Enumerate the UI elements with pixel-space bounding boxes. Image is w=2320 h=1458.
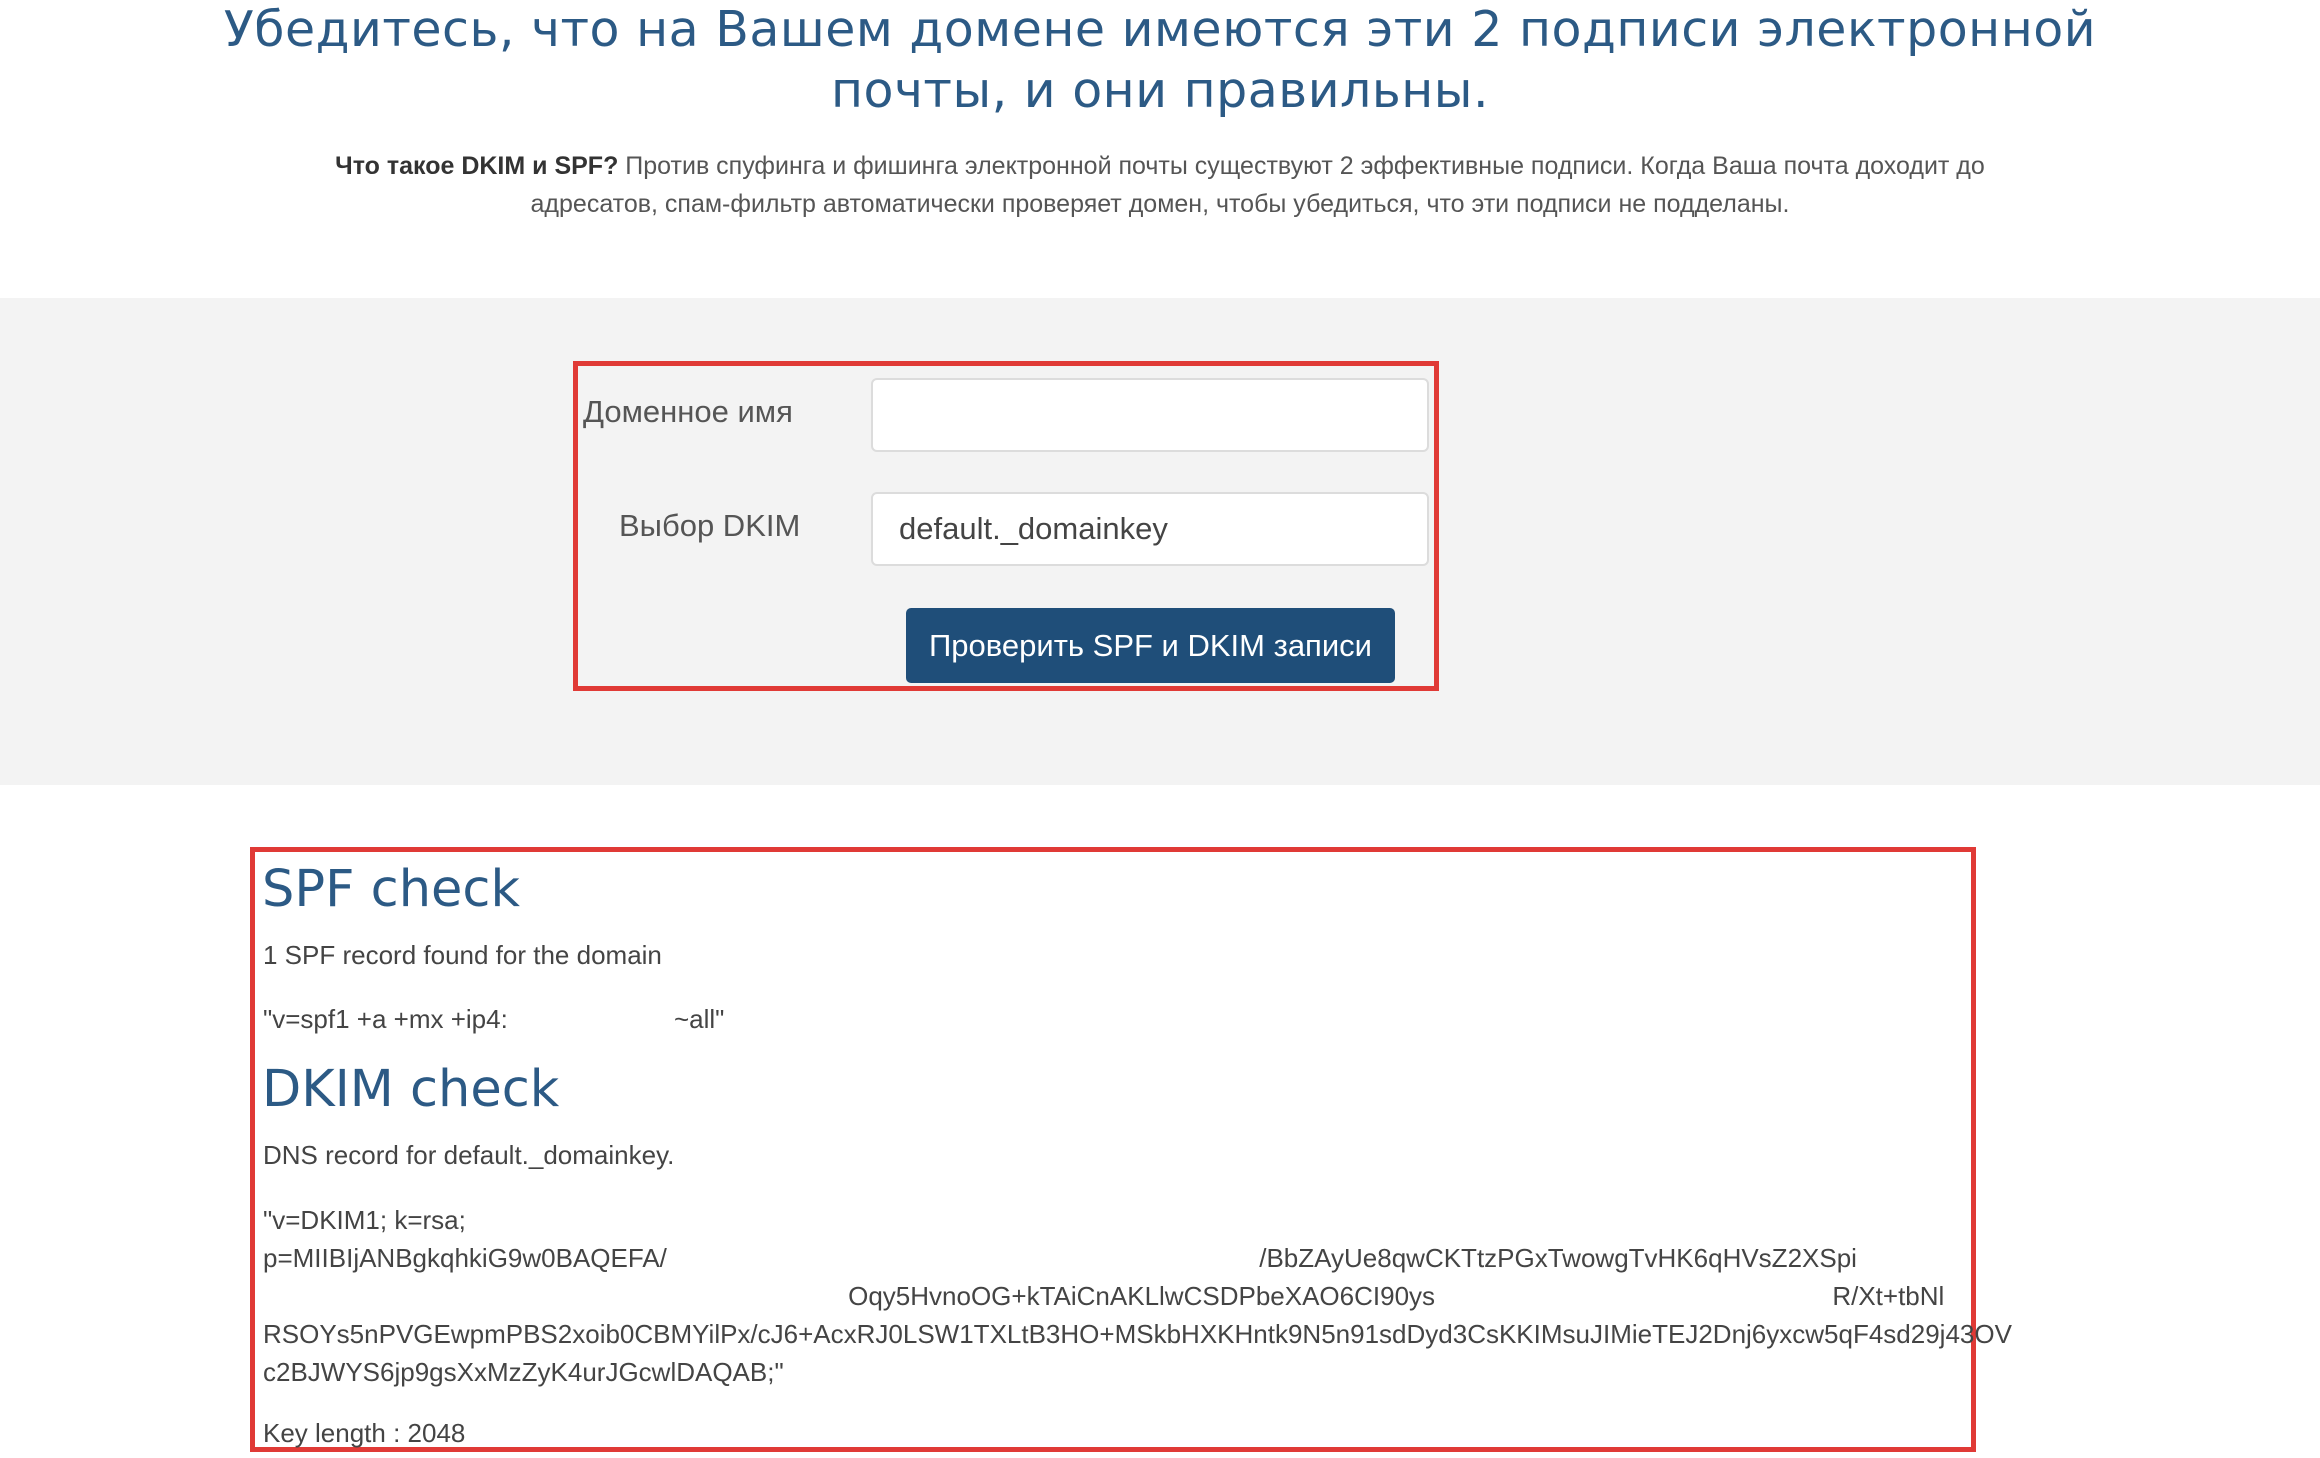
headline-line-1: Убедитесь, что на Вашем домене имеются э… — [223, 1, 2097, 58]
intro-bold-question: Что такое DKIM и SPF? — [335, 152, 619, 180]
dkim-check-heading: DKIM check — [262, 1060, 560, 1119]
intro-text: Что такое DKIM и SPF? Против спуфинга и … — [290, 147, 2030, 223]
dkim-selector-input[interactable] — [871, 492, 1429, 566]
dkim-key-length: Key length : 2048 — [263, 1418, 466, 1448]
spf-found-text: 1 SPF record found for the domain — [263, 940, 662, 970]
headline-line-2: почты, и они правильны. — [830, 62, 1490, 119]
domain-name-input[interactable] — [871, 378, 1429, 452]
dkim-selector-label: Выбор DKIM — [619, 508, 801, 543]
spf-check-heading: SPF check — [262, 860, 520, 919]
spf-record-text: "v=spf1 +a +mx +ip4: ~all" — [263, 1004, 725, 1034]
dkim-record-text: "v=DKIM1; k=rsa; p=MIIBIjANBgkqhkiG9w0BA… — [263, 1205, 2012, 1387]
intro-line-2: адресатов, спам-фильтр автоматически про… — [530, 190, 1790, 218]
domain-name-label: Доменное имя — [583, 394, 793, 429]
check-spf-dkim-button[interactable]: Проверить SPF и DKIM записи — [906, 608, 1395, 683]
intro-line-1: Против спуфинга и фишинга электронной по… — [618, 152, 1985, 180]
dkim-dns-record-label: DNS record for default._domainkey. — [263, 1140, 675, 1170]
